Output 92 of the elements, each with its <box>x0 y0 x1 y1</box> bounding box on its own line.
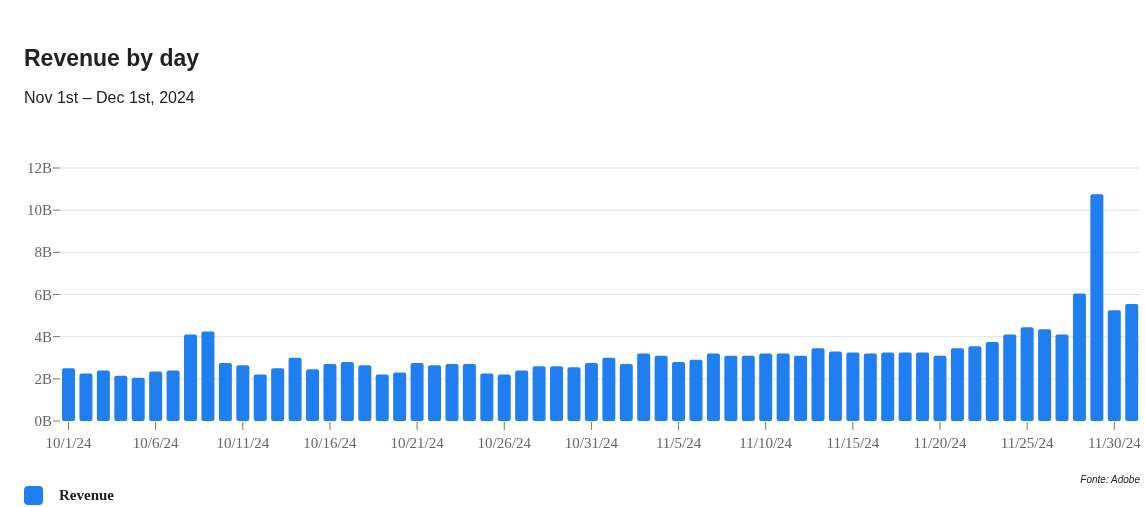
bar <box>602 357 616 421</box>
chart-title: Revenue by day <box>24 44 200 73</box>
axis-label: 10/16/24 <box>303 435 357 451</box>
bar <box>218 363 232 421</box>
bar <box>340 361 354 421</box>
bar <box>846 352 860 421</box>
bar <box>672 361 686 421</box>
x-tick <box>242 421 244 431</box>
bar <box>79 373 93 421</box>
bar <box>253 374 267 421</box>
x-tick <box>765 421 767 431</box>
y-tick <box>52 294 61 295</box>
bar <box>149 371 163 421</box>
bar <box>358 365 372 421</box>
y-tick <box>52 336 61 338</box>
x-tick <box>1113 421 1115 431</box>
x-tick <box>503 421 505 431</box>
bar <box>619 364 633 421</box>
axis-label: 11/30/24 <box>1087 435 1141 451</box>
bar <box>724 355 738 421</box>
bar <box>96 370 110 421</box>
bar <box>916 352 930 421</box>
bar <box>776 353 790 421</box>
axis-label: 10B <box>27 202 52 219</box>
bar <box>306 369 319 421</box>
axis-label: 10/11/24 <box>216 435 270 451</box>
axis-label: 11/25/24 <box>1000 435 1054 451</box>
bar <box>532 366 546 421</box>
bar <box>933 355 947 421</box>
axis-label: 11/20/24 <box>913 435 967 451</box>
bar <box>375 374 389 421</box>
x-tick <box>939 421 941 431</box>
axis-label: 12B <box>27 160 52 176</box>
axis-label: 2B <box>34 370 52 387</box>
x-tick <box>590 421 592 431</box>
bar <box>706 353 720 421</box>
bar <box>881 352 895 421</box>
axis-label: 11/10/24 <box>739 435 793 451</box>
legend-label: Revenue <box>59 486 114 505</box>
bar <box>828 351 842 421</box>
bar <box>62 368 75 421</box>
axis-label: 10/26/24 <box>477 435 531 451</box>
bar <box>898 352 912 421</box>
bar <box>288 357 302 421</box>
axis-label: 0B <box>34 413 52 429</box>
source-note: Fonte: Adobe <box>1080 473 1140 487</box>
bar <box>393 372 407 421</box>
bar <box>794 355 808 421</box>
bar <box>689 359 703 421</box>
y-tick <box>52 251 61 253</box>
bar <box>428 365 442 421</box>
x-tick <box>155 421 157 431</box>
bar <box>462 364 476 421</box>
y-tick <box>52 209 61 211</box>
bar <box>741 355 755 421</box>
axis-label: 10/1/24 <box>45 435 92 451</box>
axis-label: 8B <box>34 244 52 261</box>
y-tick <box>52 167 61 169</box>
bar <box>480 373 494 421</box>
bar <box>584 363 598 421</box>
x-tick <box>852 421 854 431</box>
bar <box>550 366 564 421</box>
bar <box>759 353 773 421</box>
axis-label: 4B <box>34 328 52 345</box>
axis-label: 11/15/24 <box>826 435 880 451</box>
x-tick <box>678 421 680 431</box>
bar <box>445 364 459 421</box>
y-tick <box>52 420 61 422</box>
bar <box>515 370 529 421</box>
bar <box>637 353 651 421</box>
x-tick <box>329 421 331 431</box>
bar <box>236 365 250 421</box>
bar <box>863 353 877 421</box>
bar <box>567 367 581 421</box>
x-tick <box>1026 421 1028 431</box>
bar <box>654 355 668 421</box>
bar <box>114 375 128 421</box>
x-tick <box>68 421 69 431</box>
bar <box>271 368 285 421</box>
axis-label: 10/21/24 <box>390 435 444 451</box>
axis-label: 10/6/24 <box>132 435 179 451</box>
bar <box>497 374 511 421</box>
axis-label: 6B <box>34 286 52 303</box>
bar <box>410 363 424 421</box>
chart-subtitle: Nov 1st – Dec 1st, 2024 <box>24 88 195 108</box>
axis-label: 10/31/24 <box>564 435 619 451</box>
bar <box>323 364 337 421</box>
bar <box>131 377 145 421</box>
axis-label: 11/5/24 <box>655 435 702 451</box>
bar <box>166 370 180 421</box>
y-tick <box>52 378 61 380</box>
x-tick <box>416 421 418 431</box>
